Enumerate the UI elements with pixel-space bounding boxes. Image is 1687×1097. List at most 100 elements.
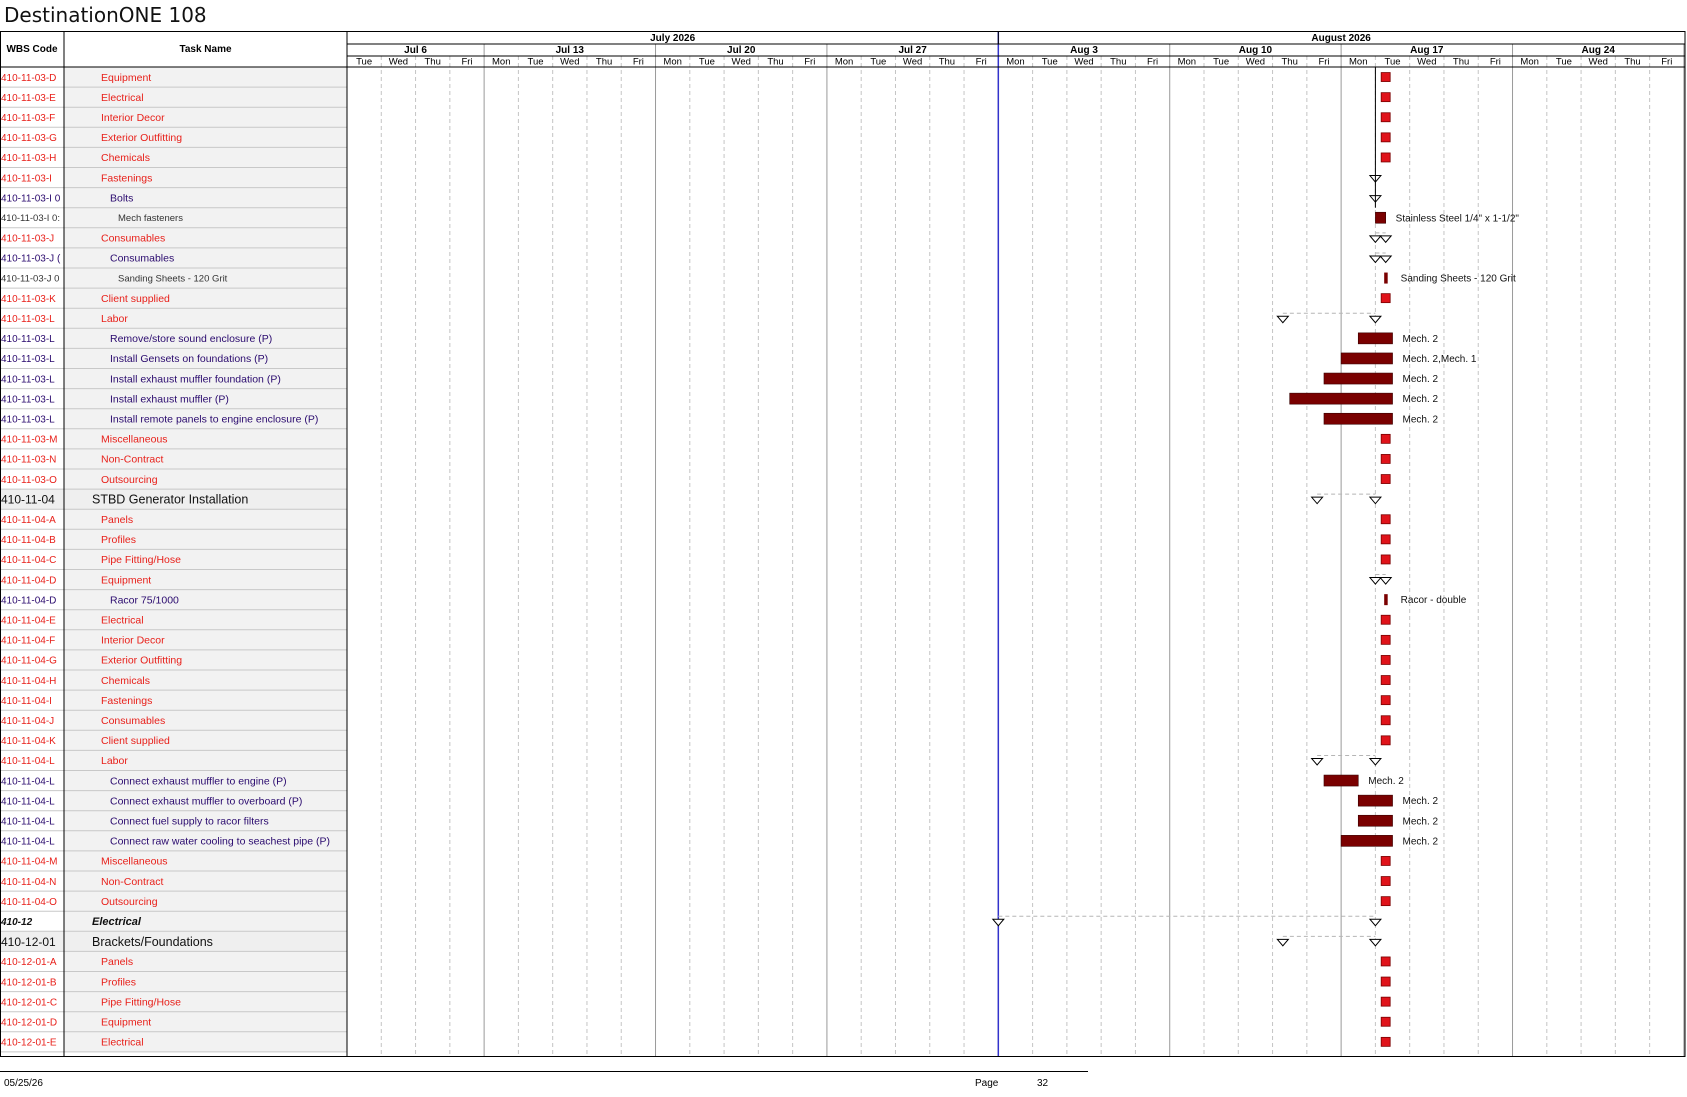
summary-marker-icon [1379, 577, 1393, 585]
footer-page-label: Page [975, 1078, 999, 1089]
task-name: Install Gensets on foundations (P) [110, 353, 268, 365]
day-label: Tue [1213, 57, 1229, 68]
week-label: Aug 17 [1410, 45, 1444, 56]
day-label: Wed [1589, 57, 1608, 68]
wbs-code: 410-11-04-E [1, 616, 56, 627]
wbs-code: 410-11-03-J 0 [1, 273, 59, 284]
day-label: Fri [633, 57, 644, 68]
wbs-code: 410-11-03-M [1, 435, 58, 446]
wbs-code: 410-11-04-L [1, 756, 55, 767]
milestone-marker [1380, 634, 1391, 645]
wbs-code: 410-11-04-C [1, 555, 56, 566]
task-name: Install exhaust muffler foundation (P) [110, 373, 281, 385]
gantt-bars: Stainless Steel 1/4" x 1-1/2" Sanding She… [991, 67, 1519, 1047]
wbs-code: 410-11-03-I [1, 173, 52, 184]
task-name: Profiles [101, 534, 136, 546]
task-name: Equipment [101, 574, 151, 586]
day-label: Thu [596, 57, 612, 68]
wbs-code: 410-11-03-E [1, 93, 56, 104]
month-label: July 2026 [650, 33, 695, 44]
day-label: Thu [425, 57, 441, 68]
day-label: Fri [804, 57, 815, 68]
day-label: Thu [1110, 57, 1126, 68]
day-label: Tue [1042, 57, 1058, 68]
day-label: Mon [1349, 57, 1367, 68]
summary-marker-icon [1368, 918, 1382, 927]
task-name: Bolts [110, 192, 133, 204]
milestone-marker [1380, 735, 1391, 746]
day-label: Mon [1178, 57, 1196, 68]
task-name: Fastenings [101, 172, 152, 184]
milestone-marker [1380, 92, 1391, 103]
day-label: Thu [1624, 57, 1640, 68]
wbs-code: 410-12-01-C [1, 997, 57, 1008]
week-label: Jul 13 [556, 45, 585, 56]
day-label: Fri [1661, 57, 1672, 68]
row-band [64, 247, 347, 268]
milestone-marker [1380, 1036, 1391, 1047]
day-label: Fri [1490, 57, 1501, 68]
task-name: STBD Generator Installation [92, 493, 248, 507]
task-bar-thin [1384, 272, 1388, 284]
wbs-code: 410-11-04-F [1, 636, 55, 647]
milestone-marker [1380, 293, 1391, 304]
milestone-marker [1380, 72, 1391, 82]
milestone-marker [1380, 896, 1391, 907]
day-label: Tue [528, 57, 544, 68]
task-name: Connect fuel supply to racor filters [110, 816, 269, 828]
footer-date: 05/25/26 [4, 1078, 43, 1089]
gantt-sheet: WBS Code Task Name July 2026 August 2026 Jul… [0, 31, 1686, 1057]
wbs-code: 410-11-04-D [1, 595, 56, 606]
wbs-code: 410-11-03-L [1, 374, 55, 385]
task-name: Electrical [101, 1037, 144, 1049]
task-column-header: Task Name [179, 44, 232, 55]
milestone-marker [1380, 514, 1391, 525]
footer-page-number: 32 [1037, 1078, 1049, 1089]
resource-label: Mech. 2 [1403, 796, 1439, 807]
task-name: Interior Decor [101, 635, 165, 647]
wbs-code: 410-11-03-G [1, 133, 57, 144]
task-name: Electrical [101, 615, 144, 627]
day-label: Thu [767, 57, 783, 68]
task-name: Install exhaust muffler (P) [110, 393, 229, 405]
day-label: Wed [560, 57, 579, 68]
day-label: Thu [939, 57, 955, 68]
task-name: Remove/store sound enclosure (P) [110, 333, 272, 345]
wbs-code: 410-11-04-L [1, 837, 55, 848]
wbs-code: 410-11-03-L [1, 394, 55, 405]
summary-marker-icon [1379, 235, 1393, 244]
task-name: Connect exhaust muffler to engine (P) [110, 775, 287, 787]
task-name: Pipe Fitting/Hose [101, 996, 181, 1008]
wbs-code: 410-12-01-D [1, 1018, 57, 1029]
wbs-code: 410-11-04-G [1, 656, 57, 667]
resource-label: Mech. 2 [1403, 414, 1439, 425]
wbs-code: 410-11-04-H [1, 676, 56, 687]
task-name: Pipe Fitting/Hose [101, 554, 181, 566]
task-name: Panels [101, 956, 133, 968]
task-bar [1375, 211, 1386, 224]
task-name: Chemicals [101, 152, 150, 164]
day-label: Thu [1282, 57, 1298, 68]
milestone-marker [1380, 132, 1391, 143]
milestone-marker [1380, 996, 1391, 1007]
milestone-marker [1380, 976, 1391, 987]
task-name: Equipment [101, 72, 151, 84]
milestone-marker [1380, 1016, 1391, 1027]
milestone-marker [1380, 876, 1391, 886]
row-band [64, 187, 347, 208]
resource-label: Mech. 2 [1403, 334, 1439, 345]
summary-marker-icon [1368, 496, 1382, 505]
wbs-code: 410-11-03-K [1, 294, 56, 305]
day-label: Thu [1453, 57, 1469, 68]
task-name: Connect raw water cooling to seachest pi… [110, 836, 330, 848]
wbs-code: 410-12-01 [1, 935, 56, 949]
task-bar [1323, 412, 1393, 425]
task-name: Install remote panels to engine enclosur… [110, 414, 318, 426]
task-name: Interior Decor [101, 112, 165, 124]
wbs-code: 410-11-04-L [1, 817, 55, 828]
task-name: Electrical [92, 916, 142, 928]
task-name: Miscellaneous [101, 856, 168, 868]
task-name: Labor [101, 313, 128, 325]
summary-marker-icon [1368, 577, 1382, 585]
milestone-marker [1380, 474, 1391, 484]
